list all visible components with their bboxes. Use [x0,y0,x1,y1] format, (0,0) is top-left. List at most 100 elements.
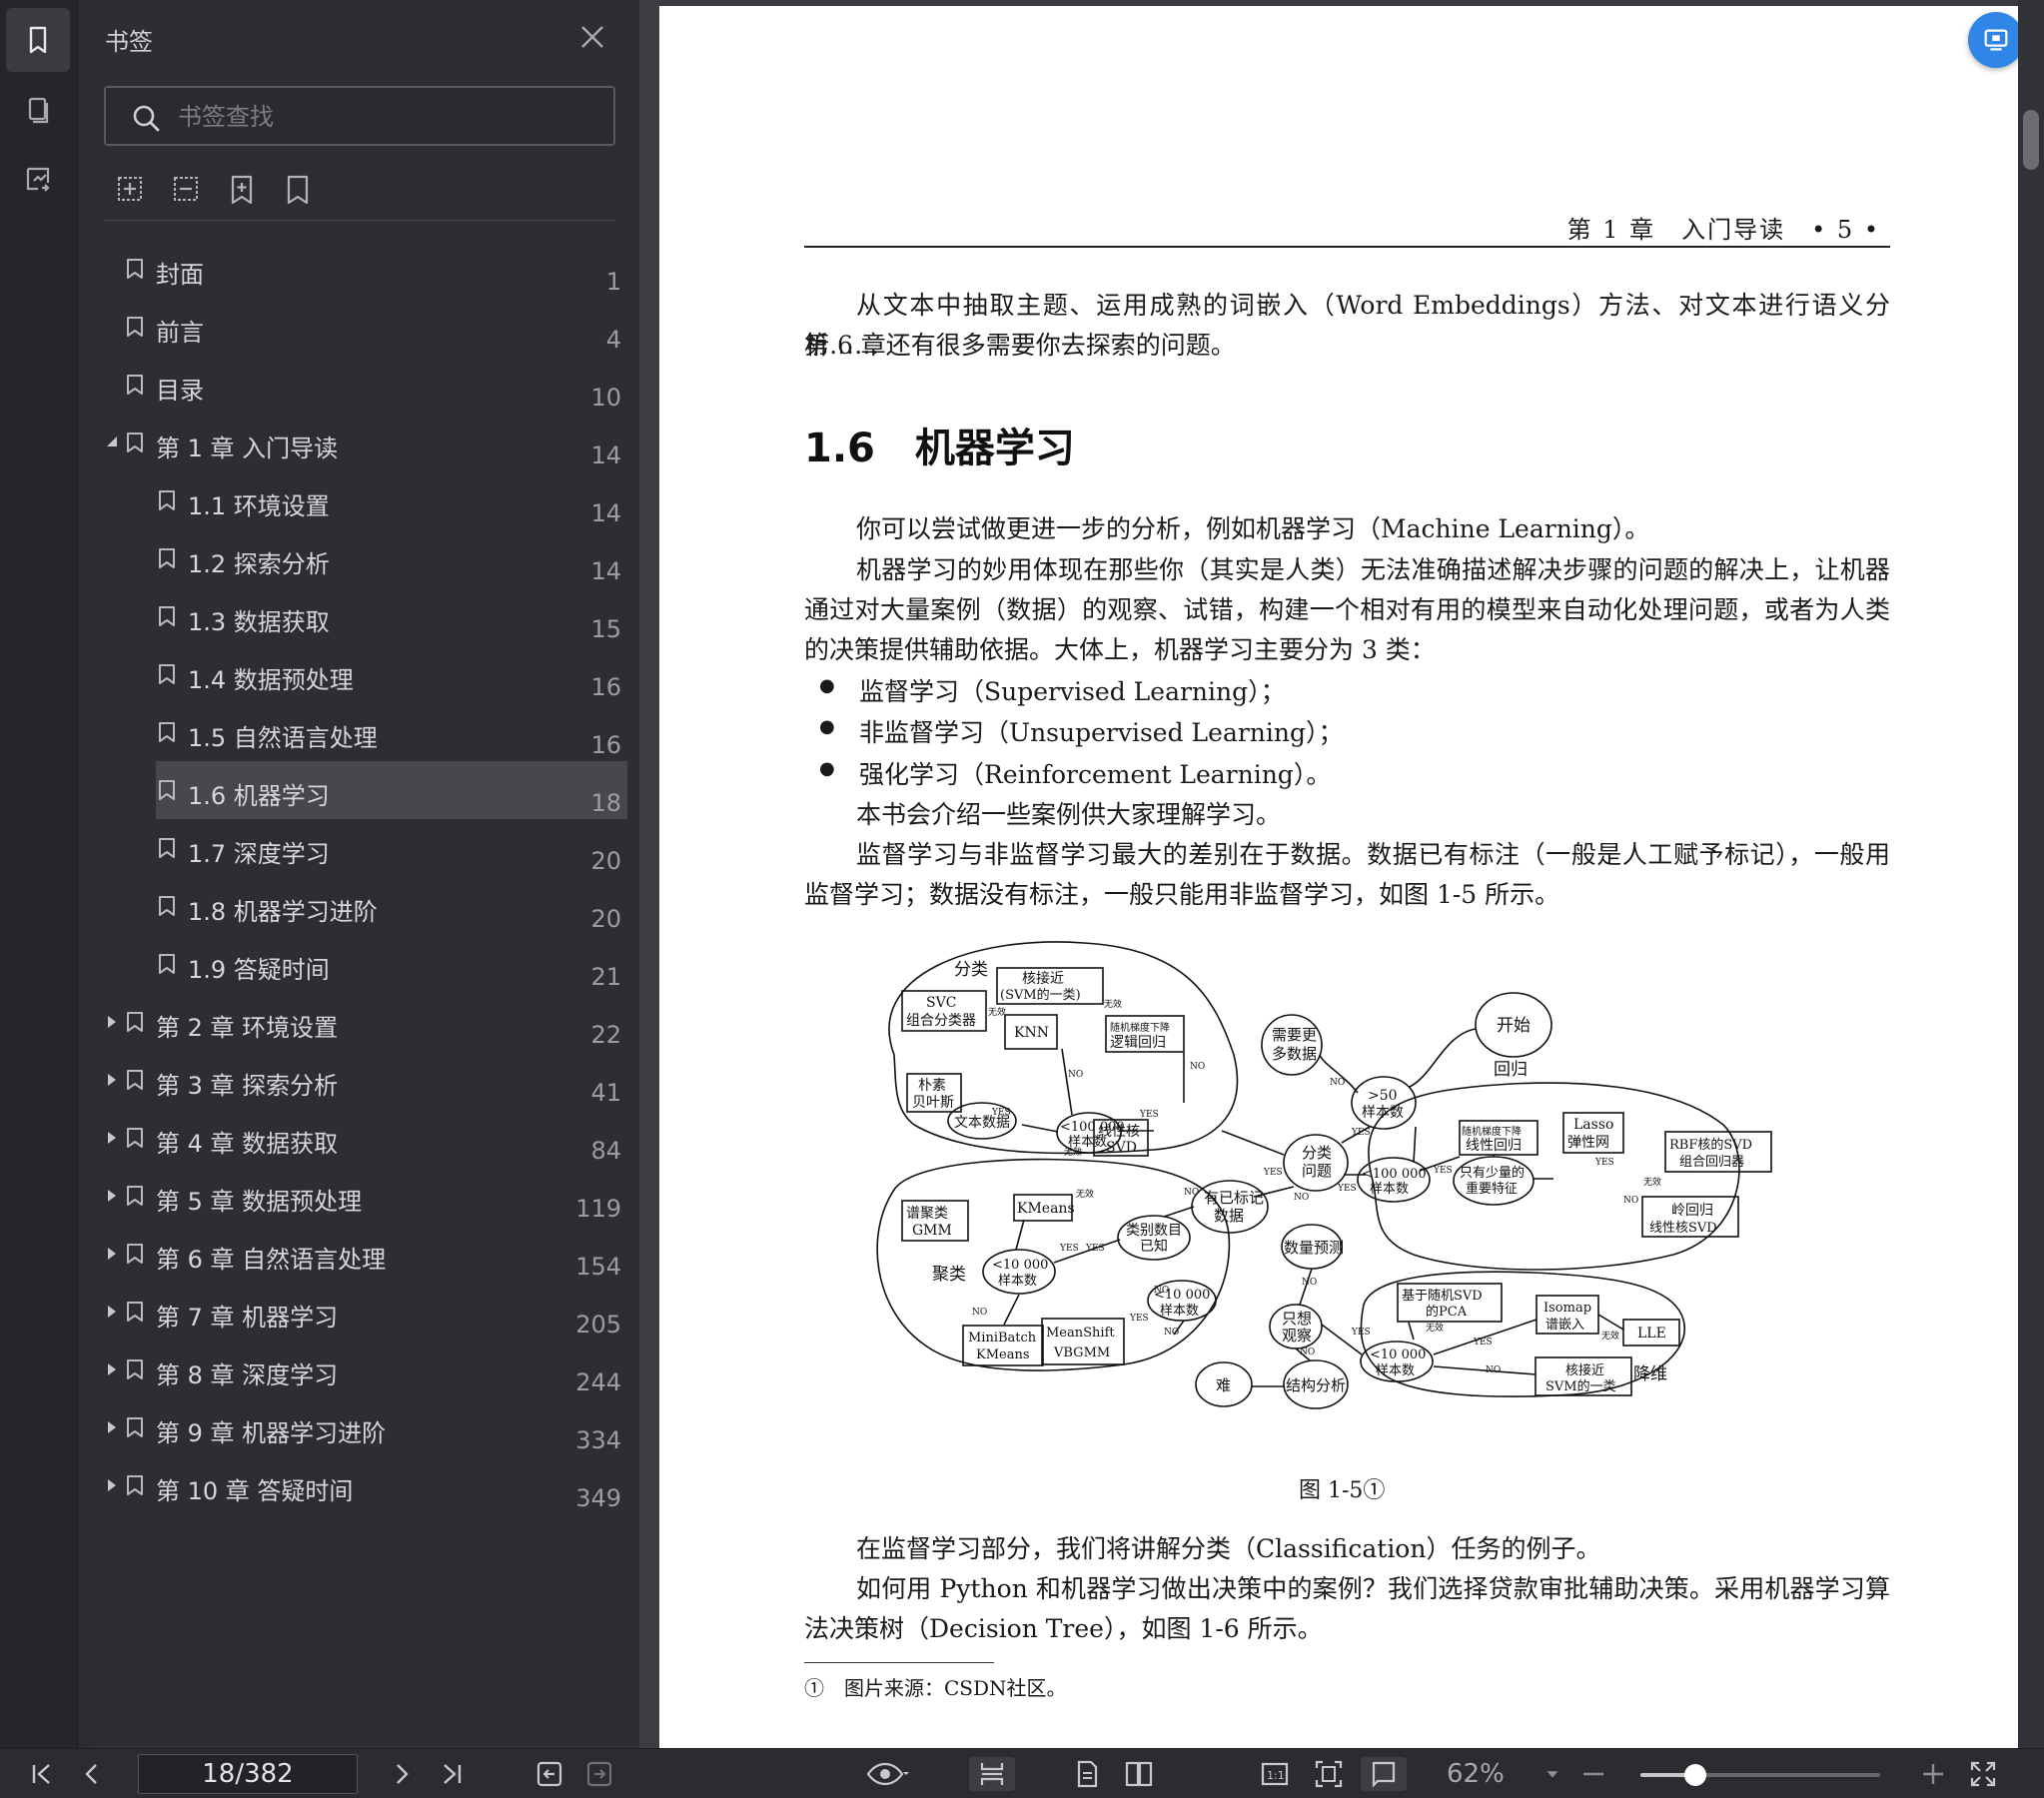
bookmark-item[interactable]: 1.5 自然语言处理 16 [90,703,621,761]
thumbnails-panel-button[interactable] [6,78,70,142]
node-few-features-1: 只有少量的 [1460,1165,1525,1181]
bookmark-item[interactable]: 第 3 章 探索分析 41 [90,1051,621,1109]
bookmark-item[interactable]: 第 10 章 答疑时间 349 [90,1456,621,1514]
bookmark-icon [127,1128,143,1148]
two-page-button[interactable] [1121,1757,1157,1791]
collapsed-arrow-icon[interactable] [106,1305,118,1319]
bookmark-item[interactable]: 第 1 章 入门导读 14 [90,414,621,471]
bookmark-label: 第 9 章 机器学习进阶 [156,1419,387,1447]
zoom-out-button[interactable] [1578,1757,1608,1791]
bookmark-page-number: 244 [575,1368,621,1396]
bookmark-item[interactable]: 前言 4 [90,298,621,356]
node-few-features-2: 重要特征 [1466,1181,1518,1197]
last-page-button[interactable] [434,1757,470,1791]
vertical-scrollbar[interactable] [2018,0,2044,1748]
fullscreen-button[interactable] [1966,1757,2000,1791]
fit-page-button[interactable] [1311,1757,1347,1791]
collapse-all-icon[interactable] [170,172,202,208]
add-bookmark-icon[interactable] [226,172,258,208]
left-rail [0,0,78,1748]
scrollbar-thumb[interactable] [2023,110,2039,170]
next-page-button[interactable] [384,1757,420,1791]
bookmark-page-number: 14 [590,499,621,527]
bookmark-item[interactable]: 1.8 机器学习进阶 20 [90,877,621,935]
page-number-input[interactable]: 18/382 [138,1754,358,1794]
expanded-arrow-icon[interactable] [106,436,118,450]
bookmark-item[interactable]: 1.1 环境设置 14 [90,471,621,529]
zoom-slider[interactable] [1640,1764,1880,1786]
bookmark-item[interactable]: 1.6 机器学习 18 [90,761,627,819]
close-icon[interactable] [577,22,607,52]
bookmark-label: 1.5 自然语言处理 [188,724,378,752]
bookmark-item[interactable]: 第 4 章 数据获取 84 [90,1109,621,1167]
back-button[interactable] [531,1757,567,1791]
expand-all-icon[interactable] [114,172,146,208]
node-gt50-2: 样本数 [1362,1105,1404,1121]
bookmarks-panel-button[interactable] [6,8,70,72]
bookmark-item[interactable]: 第 7 章 机器学习 205 [90,1283,621,1341]
fit-width-button[interactable] [1361,1757,1407,1791]
edge-yes-4: YES [1263,1168,1283,1178]
bookmark-item[interactable]: 1.4 数据预处理 16 [90,645,621,703]
bookmark-page-number: 41 [590,1079,621,1107]
box-isomap-1: Isomap [1543,1301,1591,1316]
bookmark-item[interactable]: 第 8 章 深度学习 244 [90,1341,621,1398]
collapsed-arrow-icon[interactable] [106,1478,118,1492]
thumbnails-icon [28,97,49,124]
zoom-slider-knob[interactable] [1684,1764,1707,1786]
forward-button[interactable] [581,1757,617,1791]
zoom-in-button[interactable] [1918,1757,1948,1791]
previous-page-button[interactable] [74,1757,110,1791]
bookmark-icon [159,722,175,742]
floating-tool-button[interactable] [1968,12,2024,68]
edge-no-10: NO [1302,1278,1317,1288]
bookmark-item[interactable]: 1.7 深度学习 20 [90,819,621,877]
bookmark-icon [127,1475,143,1495]
edge-fail-5: 无效 [1076,1188,1094,1200]
box-knn-svm2-2: SVM的一类 [1545,1378,1616,1394]
collapsed-arrow-icon[interactable] [106,1131,118,1145]
bookmark-item[interactable]: 第 9 章 机器学习进阶 334 [90,1398,621,1456]
panel-splitter[interactable] [639,0,659,1748]
single-page-icon [1077,1760,1098,1788]
node-classify-q-2: 问题 [1302,1162,1332,1180]
pdf-page: 第 1 章 入门导读 • 5 • 从文本中抽取主题、运用成熟的词嵌入（Word … [659,6,2018,1748]
box-kmeans: KMeans [1017,1201,1075,1217]
edge-fail-7: 无效 [1601,1330,1619,1342]
edge-no-7: NO [972,1308,987,1318]
sidebar-divider [104,220,615,221]
bookmark-item[interactable]: 第 6 章 自然语言处理 154 [90,1225,621,1283]
bookmark-label: 1.8 机器学习进阶 [188,898,378,926]
annotations-panel-button[interactable] [6,148,70,212]
collapsed-arrow-icon[interactable] [106,1420,118,1434]
bookmark-item[interactable]: 第 5 章 数据预处理 119 [90,1167,621,1225]
bookmark-item[interactable]: 第 2 章 环境设置 22 [90,993,621,1051]
bookmark-icon [159,838,175,858]
bookmark-item[interactable]: 1.2 探索分析 14 [90,529,621,587]
edge-fail-6: 无效 [1426,1322,1444,1334]
bookmark-label: 第 7 章 机器学习 [156,1304,339,1332]
collapsed-arrow-icon[interactable] [106,1247,118,1261]
bookmark-page-number: 349 [575,1484,621,1512]
zoom-level[interactable]: 62% [1447,1759,1505,1789]
continuous-scroll-button[interactable] [969,1757,1015,1791]
bookmark-outline-icon[interactable] [282,172,314,208]
bookmark-item[interactable]: 封面 1 [90,240,621,298]
bookmark-search-input[interactable] [178,98,597,136]
collapsed-arrow-icon[interactable] [106,1189,118,1203]
eye-mode-button[interactable] [859,1757,915,1791]
collapsed-arrow-icon[interactable] [106,1362,118,1376]
collapsed-arrow-icon[interactable] [106,1073,118,1087]
first-page-button[interactable] [24,1757,60,1791]
actual-size-button[interactable]: 1:1 [1257,1757,1293,1791]
zoom-dropdown[interactable] [1540,1757,1564,1791]
bookmark-label: 第 1 章 入门导读 [156,435,339,462]
bookmark-item[interactable]: 目录 10 [90,356,621,414]
box-pca-1: 基于随机SVD [1402,1289,1483,1304]
edge-yes-9: YES [1085,1244,1105,1254]
single-page-button[interactable] [1069,1757,1105,1791]
collapsed-arrow-icon[interactable] [106,1015,118,1029]
bookmark-item[interactable]: 1.3 数据获取 15 [90,587,621,645]
box-rbf-1: RBF核的SVD [1669,1137,1752,1153]
bookmark-item[interactable]: 1.9 答疑时间 21 [90,935,621,993]
